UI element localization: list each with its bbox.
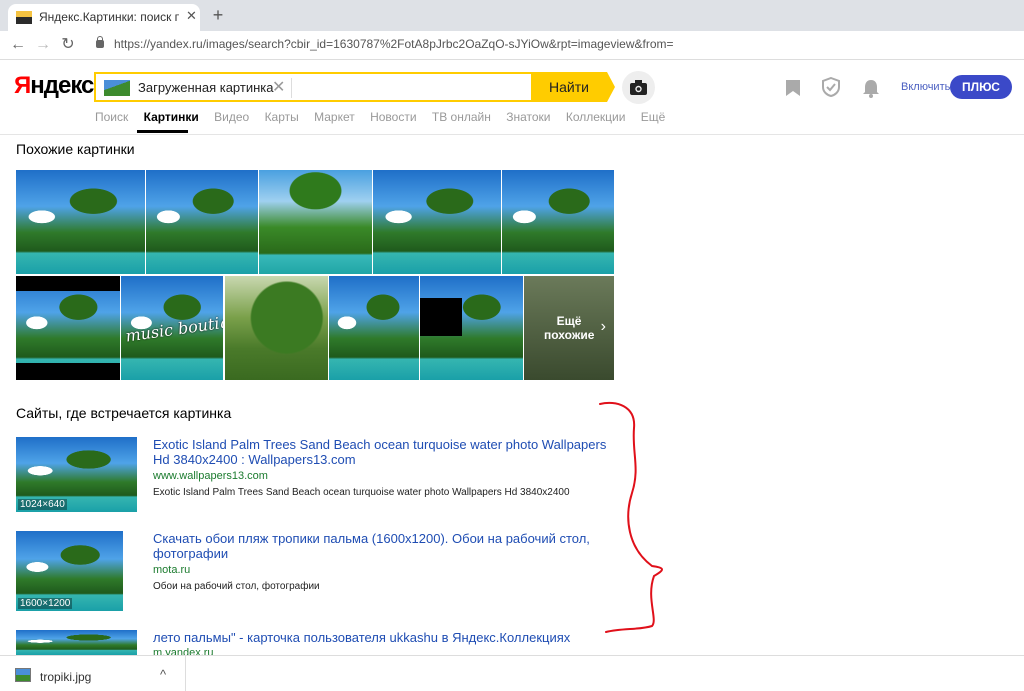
chevron-right-icon: › <box>600 318 606 335</box>
result-description: Exotic Island Palm Trees Sand Beach ocea… <box>153 487 570 498</box>
nav-item-collections[interactable]: Коллекции <box>566 110 626 124</box>
similar-image-9[interactable] <box>329 276 419 380</box>
result-title-link[interactable]: Скачать обои пляж тропики пальма (1600x1… <box>153 531 590 561</box>
browser-toolbar: ← → ↻ https://yandex.ru/images/search?cb… <box>0 31 1024 60</box>
result-title-link[interactable]: лето пальмы" - карточка пользователя ukk… <box>153 630 570 645</box>
letterbox-bar <box>16 363 120 380</box>
forward-arrow-icon[interactable]: → <box>33 35 53 55</box>
reload-icon[interactable]: ↻ <box>58 35 78 55</box>
tab-title: Яндекс.Картинки: поиск по кар <box>39 10 179 24</box>
similar-image-8[interactable] <box>225 276 328 380</box>
sites-heading: Сайты, где встречается картинка <box>16 405 232 421</box>
nav-item-market[interactable]: Маркет <box>314 110 355 124</box>
uploaded-image-thumbnail <box>104 80 130 96</box>
lock-icon <box>96 36 104 48</box>
similar-image-1[interactable] <box>16 170 145 274</box>
nav-item-video[interactable]: Видео <box>214 110 249 124</box>
result-domain-link[interactable]: mota.ru <box>153 564 190 576</box>
logo-letter: Я <box>14 72 31 99</box>
similar-image-4[interactable] <box>373 170 501 274</box>
nav-item-images[interactable]: Картинки <box>144 110 199 124</box>
plus-button[interactable]: ПЛЮС <box>950 75 1012 99</box>
download-file-name[interactable]: tropiki.jpg <box>40 670 91 684</box>
similar-image-5[interactable] <box>502 170 614 274</box>
result-description: Обои на рабочий стол, фотографии <box>153 581 320 592</box>
shelf-separator <box>185 656 186 691</box>
bell-icon[interactable] <box>862 79 880 98</box>
result-title-line: Exotic Island Palm Trees Sand Beach ocea… <box>153 437 607 452</box>
result-thumbnail[interactable]: 1600×1200 <box>16 531 123 611</box>
clear-search-icon[interactable]: ✕ <box>272 77 285 97</box>
chevron-up-icon[interactable]: ^ <box>160 667 166 682</box>
back-arrow-icon[interactable]: ← <box>8 35 28 55</box>
image-file-icon <box>15 668 31 682</box>
similar-images-heading: Похожие картинки <box>16 141 135 157</box>
more-label-line1: Ещё <box>556 314 582 328</box>
new-tab-button[interactable]: + <box>206 3 230 27</box>
tab-close-icon[interactable]: ✕ <box>186 8 197 24</box>
image-size-badge: 1600×1200 <box>18 598 73 609</box>
nav-item-news[interactable]: Новости <box>370 110 416 124</box>
result-title-line: Hd 3840x2400 : Wallpapers13.com <box>153 452 356 467</box>
enable-plus-link[interactable]: Включить <box>901 81 950 93</box>
yandex-logo[interactable]: Яндекс <box>14 72 94 100</box>
search-query-text: Загруженная картинка <box>138 80 274 95</box>
service-nav: Поиск Картинки Видео Карты Маркет Новост… <box>95 110 677 124</box>
camera-icon <box>630 80 647 95</box>
camera-search-button[interactable] <box>622 71 655 104</box>
more-similar-button[interactable]: Ещё похожие › <box>524 276 614 380</box>
nav-item-more[interactable]: Ещё <box>641 110 666 124</box>
header-divider <box>0 134 1024 135</box>
similar-image-6[interactable] <box>16 276 120 380</box>
similar-image-3[interactable] <box>259 170 372 274</box>
similar-image-2[interactable] <box>146 170 258 274</box>
result-thumbnail[interactable]: 1024×640 <box>16 437 137 512</box>
similar-image-7[interactable]: music boutique <box>121 276 223 380</box>
result-title-link[interactable]: Exotic Island Palm Trees Sand Beach ocea… <box>153 437 606 467</box>
tab-strip: Яндекс.Картинки: поиск по кар ✕ + <box>0 0 1024 31</box>
letterbox-bar <box>16 276 120 291</box>
result-thumbnail[interactable] <box>16 630 137 655</box>
similar-image-10[interactable] <box>420 276 523 380</box>
shield-icon[interactable] <box>822 77 840 97</box>
bookmark-icon[interactable] <box>785 79 801 97</box>
black-square <box>420 298 462 336</box>
logo-rest: ндекс <box>30 72 94 99</box>
download-shelf: tropiki.jpg ^ <box>0 655 1024 691</box>
result-title-line: фотографии <box>153 546 229 561</box>
find-button[interactable]: Найти <box>531 72 615 102</box>
yandex-images-favicon-icon <box>16 11 32 24</box>
active-tab-underline <box>137 130 188 133</box>
search-input[interactable]: Загруженная картинка ✕ <box>94 72 531 102</box>
nav-item-search[interactable]: Поиск <box>95 110 128 124</box>
more-similar-label: Ещё похожие <box>544 314 594 342</box>
nav-item-q[interactable]: Знатоки <box>506 110 550 124</box>
address-bar[interactable]: https://yandex.ru/images/search?cbir_id=… <box>114 37 674 51</box>
result-title-line: Скачать обои пляж тропики пальма (1600x1… <box>153 531 590 546</box>
result-domain-link[interactable]: www.wallpapers13.com <box>153 470 268 482</box>
nav-item-maps[interactable]: Карты <box>265 110 299 124</box>
red-brace-annotation <box>599 401 663 633</box>
nav-item-tv[interactable]: ТВ онлайн <box>432 110 491 124</box>
browser-tab[interactable]: Яндекс.Картинки: поиск по кар ✕ <box>8 4 200 31</box>
image-size-badge: 1024×640 <box>18 499 67 510</box>
more-label-line2: похожие <box>544 328 595 342</box>
search-separator <box>291 78 292 98</box>
